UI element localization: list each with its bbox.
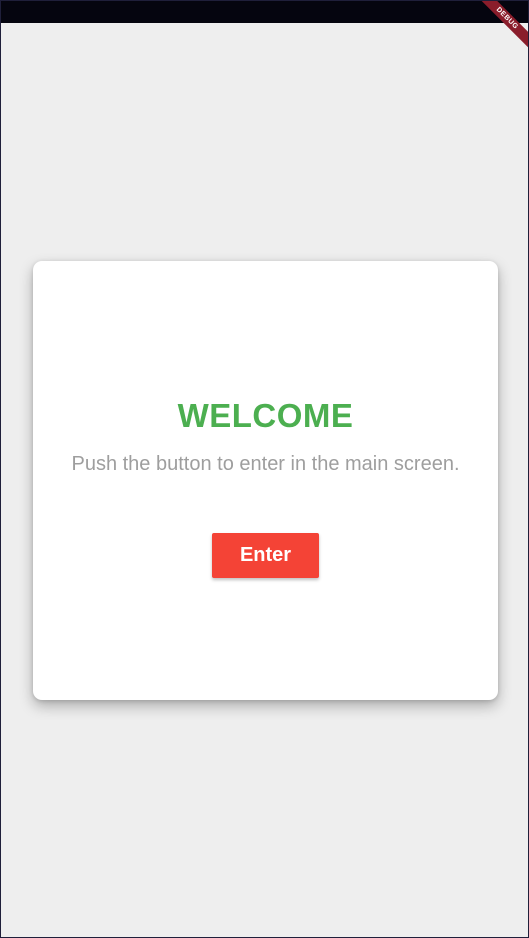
welcome-subtitle: Push the button to enter in the main scr… [71,453,460,475]
app-screen: DEBUG WELCOME Push the button to enter i… [0,0,529,938]
welcome-title: WELCOME [177,397,354,434]
status-bar [1,1,528,23]
welcome-card: WELCOME Push the button to enter in the … [33,261,498,700]
enter-button[interactable]: Enter [212,533,319,578]
